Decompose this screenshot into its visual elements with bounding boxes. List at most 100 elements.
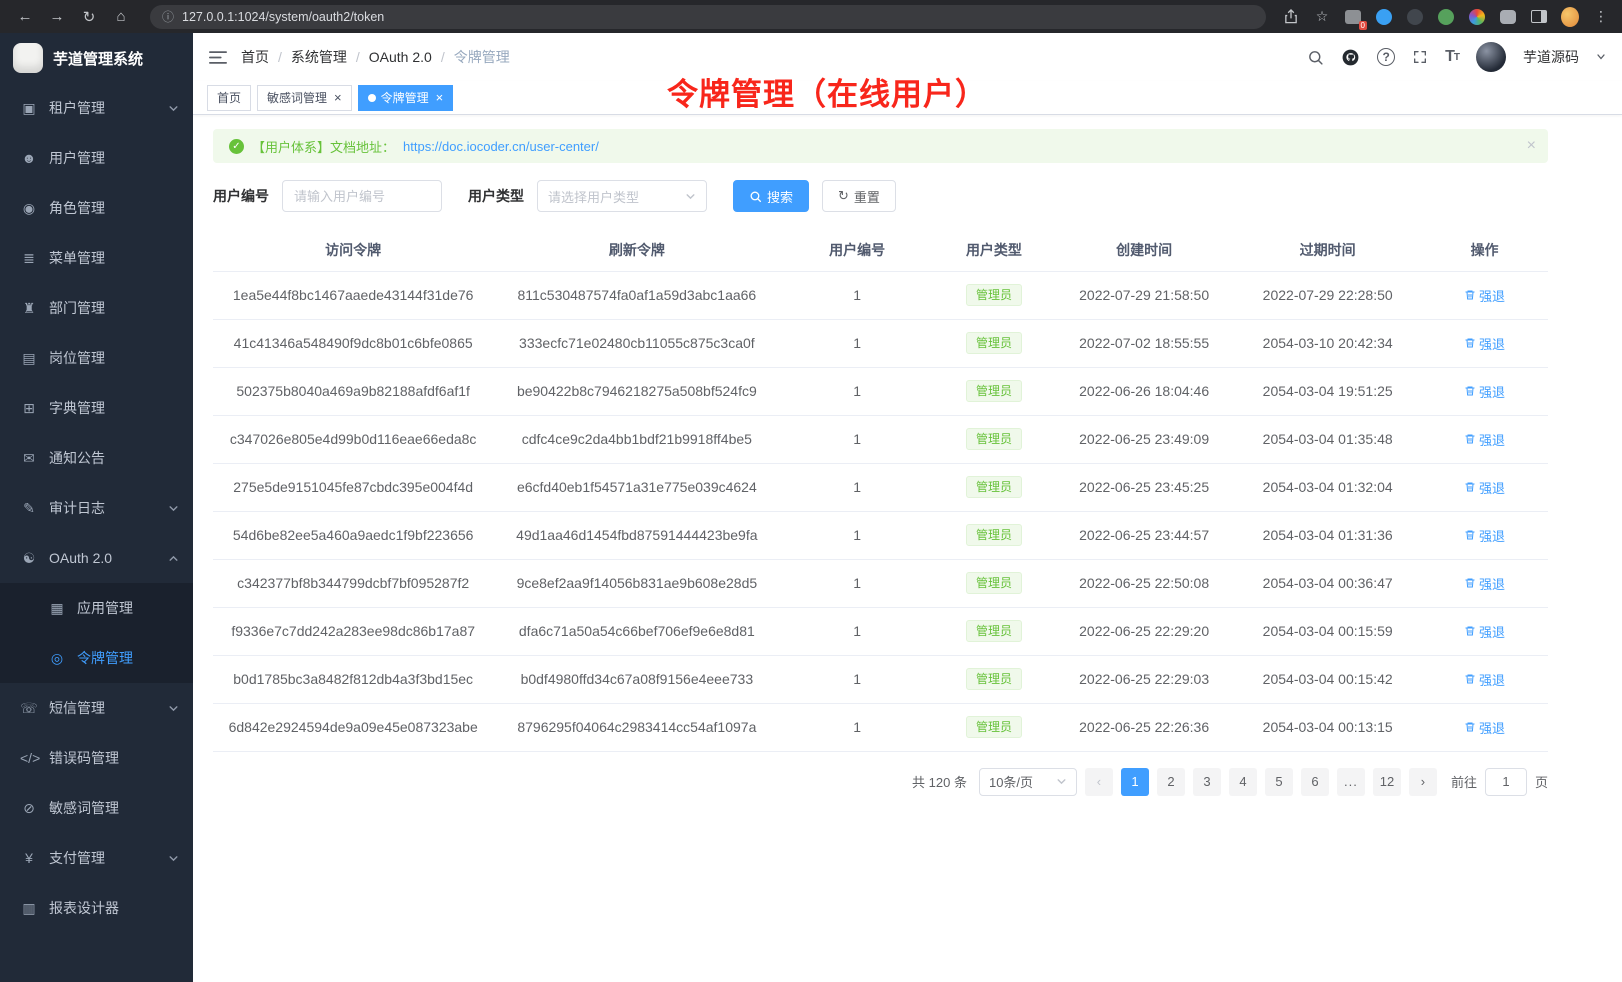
- user-id-input[interactable]: [282, 180, 442, 212]
- app-logo[interactable]: 芋道管理系统: [0, 33, 193, 83]
- action-cell: 强退: [1421, 607, 1548, 655]
- goto-page-input[interactable]: [1485, 768, 1527, 796]
- user-id-cell: 1: [780, 607, 934, 655]
- tenant-icon: ▣: [20, 100, 38, 117]
- force-logout-button[interactable]: 强退: [1464, 478, 1505, 497]
- share-icon[interactable]: [1282, 8, 1300, 26]
- breadcrumb-item-0[interactable]: 首页: [241, 47, 269, 67]
- force-logout-button[interactable]: 强退: [1464, 574, 1505, 593]
- page-ellipsis[interactable]: ...: [1337, 768, 1365, 796]
- sidebar-item-tenant[interactable]: ▣租户管理: [0, 83, 193, 133]
- breadcrumb-item-2[interactable]: OAuth 2.0: [369, 49, 432, 65]
- sidebar-item-role[interactable]: ◉角色管理: [0, 183, 193, 233]
- trash-icon: [1464, 337, 1476, 349]
- force-logout-button[interactable]: 强退: [1464, 718, 1505, 737]
- forward-icon[interactable]: →: [44, 4, 70, 30]
- force-logout-button[interactable]: 强退: [1464, 622, 1505, 641]
- force-logout-button[interactable]: 强退: [1464, 670, 1505, 689]
- page-button-6[interactable]: 6: [1301, 768, 1329, 796]
- browser-profile-avatar[interactable]: [1561, 8, 1579, 26]
- trash-icon: [1464, 577, 1476, 589]
- fullscreen-icon[interactable]: [1412, 49, 1428, 65]
- browser-menu-icon[interactable]: ⋮: [1592, 8, 1610, 26]
- user-type-select[interactable]: 请选择用户类型: [537, 180, 707, 212]
- page-button-4[interactable]: 4: [1229, 768, 1257, 796]
- user-type-cell: 管理员: [934, 367, 1054, 415]
- page-button-3[interactable]: 3: [1193, 768, 1221, 796]
- puzzle-extensions-icon[interactable]: [1499, 8, 1517, 26]
- site-info-icon[interactable]: ⓘ: [162, 8, 174, 25]
- reset-button[interactable]: ↻ 重置: [822, 180, 896, 212]
- refresh-token-cell: e6cfd40eb1f54571a31e775e039c4624: [493, 463, 780, 511]
- tab-close-icon[interactable]: ×: [334, 91, 342, 104]
- avatar-face: [1561, 7, 1579, 27]
- prev-page-button[interactable]: ‹: [1085, 768, 1113, 796]
- expire-time-cell: 2054-03-04 01:31:36: [1234, 511, 1421, 559]
- goto-label: 前往: [1451, 772, 1477, 791]
- sidebar-item-notice[interactable]: ✉通知公告: [0, 433, 193, 483]
- sidebar-item-oauth2-token[interactable]: ◎令牌管理: [0, 633, 193, 683]
- back-icon[interactable]: ←: [12, 4, 38, 30]
- sidebar-item-errcode[interactable]: </>错误码管理: [0, 733, 193, 783]
- blue-extension-icon[interactable]: [1375, 8, 1393, 26]
- username[interactable]: 芋道源码: [1523, 47, 1579, 67]
- sidebar-item-sensitive[interactable]: ⊘敏感词管理: [0, 783, 193, 833]
- tab-1[interactable]: 敏感词管理×: [257, 85, 352, 111]
- sidebar-item-report[interactable]: ▥报表设计器: [0, 883, 193, 933]
- green-extension-icon[interactable]: [1437, 8, 1455, 26]
- breadcrumb-item-1[interactable]: 系统管理: [291, 47, 347, 67]
- tab-2[interactable]: 令牌管理×: [358, 85, 454, 111]
- next-page-button[interactable]: ›: [1409, 768, 1437, 796]
- tab-0[interactable]: 首页: [207, 85, 251, 111]
- search-button[interactable]: 搜索: [733, 180, 809, 212]
- force-logout-button[interactable]: 强退: [1464, 382, 1505, 401]
- sidebar-item-oauth2[interactable]: ☯OAuth 2.0: [0, 533, 193, 583]
- hamburger-icon[interactable]: [209, 50, 227, 65]
- dark-extension-icon[interactable]: [1406, 8, 1424, 26]
- caret-down-icon[interactable]: [1596, 52, 1606, 62]
- sidebar-item-post[interactable]: ▤岗位管理: [0, 333, 193, 383]
- extension-badged-icon[interactable]: 0: [1344, 8, 1362, 26]
- sidebar-item-auditlog[interactable]: ✎审计日志: [0, 483, 193, 533]
- sidebar-item-label: 用户管理: [49, 148, 179, 168]
- page-button-12[interactable]: 12: [1373, 768, 1401, 796]
- user-avatar[interactable]: [1476, 42, 1506, 72]
- role-icon: ◉: [20, 200, 38, 217]
- force-logout-button[interactable]: 强退: [1464, 286, 1505, 305]
- font-size-icon[interactable]: TT: [1445, 48, 1459, 66]
- create-time-cell: 2022-06-25 22:50:08: [1054, 559, 1234, 607]
- doc-link[interactable]: https://doc.iocoder.cn/user-center/: [403, 139, 599, 154]
- sidebar-item-pay[interactable]: ¥支付管理: [0, 833, 193, 883]
- sidebar-item-menu[interactable]: ≣菜单管理: [0, 233, 193, 283]
- sidebar-item-dept[interactable]: ♜部门管理: [0, 283, 193, 333]
- help-icon[interactable]: ?: [1377, 48, 1395, 66]
- sidebar-item-oauth2-app[interactable]: ▦应用管理: [0, 583, 193, 633]
- reload-icon[interactable]: ↻: [76, 4, 102, 30]
- home-icon[interactable]: ⌂: [108, 4, 134, 30]
- alert-close-icon[interactable]: ×: [1527, 138, 1536, 154]
- sidebar-item-label: 短信管理: [49, 698, 168, 718]
- force-logout-button[interactable]: 强退: [1464, 430, 1505, 449]
- sidebar-item-sms[interactable]: ☏短信管理: [0, 683, 193, 733]
- sidebar-item-user[interactable]: ☻用户管理: [0, 133, 193, 183]
- page-button-5[interactable]: 5: [1265, 768, 1293, 796]
- sidebar-panel-icon[interactable]: [1530, 8, 1548, 26]
- tab-close-icon[interactable]: ×: [436, 91, 444, 104]
- trash-icon: [1464, 721, 1476, 733]
- page-button-1[interactable]: 1: [1121, 768, 1149, 796]
- address-bar[interactable]: ⓘ 127.0.0.1:1024/system/oauth2/token: [150, 5, 1266, 29]
- page-size-select[interactable]: 10条/页: [979, 768, 1077, 796]
- access-token-cell: b0d1785bc3a8482f812db4a3f3bd15ec: [213, 655, 493, 703]
- sidebar-item-dict[interactable]: ⊞字典管理: [0, 383, 193, 433]
- column-header: 操作: [1421, 229, 1548, 271]
- colorful-extension-icon[interactable]: [1468, 8, 1486, 26]
- bookmark-star-icon[interactable]: ☆: [1313, 8, 1331, 26]
- force-logout-button[interactable]: 强退: [1464, 526, 1505, 545]
- create-time-cell: 2022-07-29 21:58:50: [1054, 271, 1234, 319]
- force-logout-button[interactable]: 强退: [1464, 334, 1505, 353]
- trash-icon: [1464, 385, 1476, 397]
- search-icon[interactable]: [1307, 49, 1324, 66]
- github-icon[interactable]: [1341, 48, 1360, 67]
- page-button-2[interactable]: 2: [1157, 768, 1185, 796]
- browser-toolbar: ← → ↻ ⌂ ⓘ 127.0.0.1:1024/system/oauth2/t…: [0, 0, 1622, 33]
